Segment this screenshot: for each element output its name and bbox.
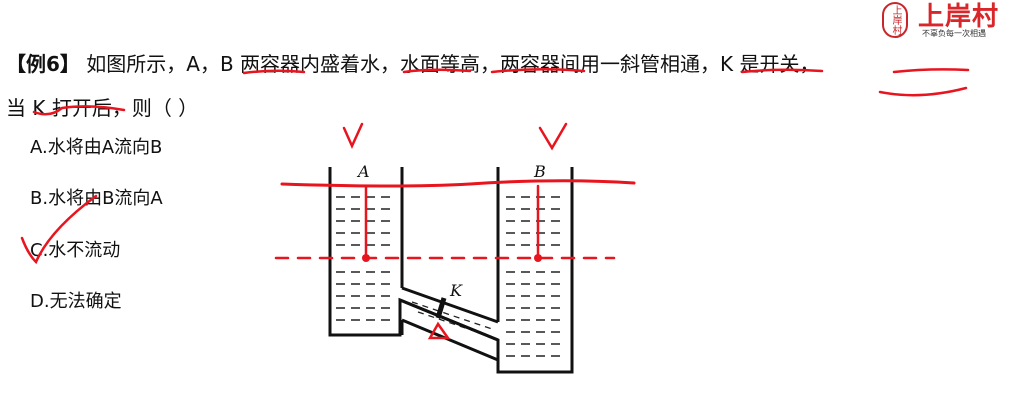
brand-seal: 上岸村: [882, 2, 908, 38]
slanted-pipe: [399, 286, 499, 342]
water-dashes-b: [506, 196, 566, 357]
water-dashes-a: [336, 196, 396, 321]
container-a-outline: [328, 167, 500, 363]
question-tag: 【例6】: [6, 52, 80, 76]
triangle-mark: [427, 321, 451, 340]
option-a[interactable]: A.水将由A流向B: [30, 133, 162, 159]
option-b[interactable]: B.水将由B流向A: [30, 184, 163, 210]
container-b-outline: [496, 167, 574, 374]
water-level-line: [280, 179, 636, 188]
label-k: K: [449, 281, 463, 300]
label-a: A: [356, 162, 370, 181]
water-dashes-pipe: [411, 301, 496, 339]
option-d[interactable]: D.无法确定: [30, 287, 122, 313]
brand-logo: 上岸村 上岸村 不辜负每一次相遇: [878, 2, 1016, 42]
question-text: 【例6】 如图所示，A，B 两容器内盛着水，水面等高，两容器间用一斜管相通，K …: [6, 42, 996, 130]
brand-slogan: 不辜负每一次相遇: [922, 29, 986, 38]
option-c[interactable]: C.水不流动: [30, 236, 120, 262]
depth-point-b: [534, 254, 542, 262]
question-line-2: 当 K 打开后，则（ ）: [6, 96, 199, 120]
switch-k: [435, 297, 447, 319]
label-b: B: [533, 162, 546, 181]
question-line-1: 如图所示，A，B 两容器内盛着水，水面等高，两容器间用一斜管相通，K 是开关，: [86, 52, 820, 76]
depth-point-a: [362, 254, 370, 262]
